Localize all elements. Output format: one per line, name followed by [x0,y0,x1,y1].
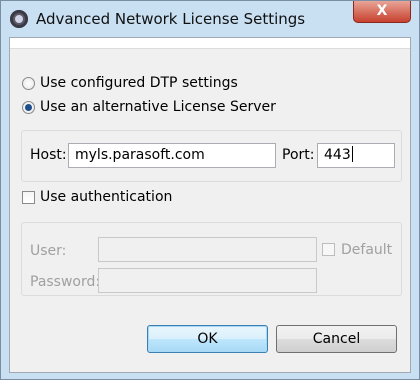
password-input[interactable] [98,268,317,293]
radio-alt-license-server[interactable]: Use an alternative License Server [22,99,276,115]
use-authentication-label[interactable]: Use authentication [40,189,172,205]
title-bar[interactable]: Advanced Network License Settings X [1,1,419,37]
port-input[interactable]: 443 [317,143,395,168]
dialog-window: Advanced Network License Settings X Use … [0,0,420,380]
ok-button[interactable]: OK [147,325,268,353]
host-label: Host: [30,147,67,163]
user-label: User: [30,243,67,259]
cancel-button[interactable]: Cancel [276,325,397,353]
user-input[interactable] [98,237,317,262]
dialog-content: Use configured DTP settings Use an alter… [9,37,411,373]
radio-dtp-settings-label: Use configured DTP settings [40,75,238,91]
radio-alt-license-server-indicator[interactable] [22,100,35,114]
default-checkbox[interactable] [322,243,335,256]
use-authentication-checkbox[interactable] [22,191,35,204]
close-button[interactable]: X [353,1,411,23]
app-icon [10,10,28,28]
default-label: Default [341,242,393,258]
radio-dtp-settings-indicator[interactable] [22,76,35,90]
dialog-header-strip [10,38,410,49]
server-group: Host: myls.parasoft.com Port: 443 [21,130,402,182]
port-label: Port: [282,147,315,163]
host-input[interactable]: myls.parasoft.com [68,143,276,168]
authentication-group: User: Default Password: [21,222,402,296]
window-title: Advanced Network License Settings [36,10,306,28]
radio-alt-license-server-label: Use an alternative License Server [40,99,276,115]
password-label: Password: [30,274,101,290]
radio-dtp-settings[interactable]: Use configured DTP settings [22,75,238,91]
text-cursor [351,146,353,162]
close-icon: X [376,3,388,19]
